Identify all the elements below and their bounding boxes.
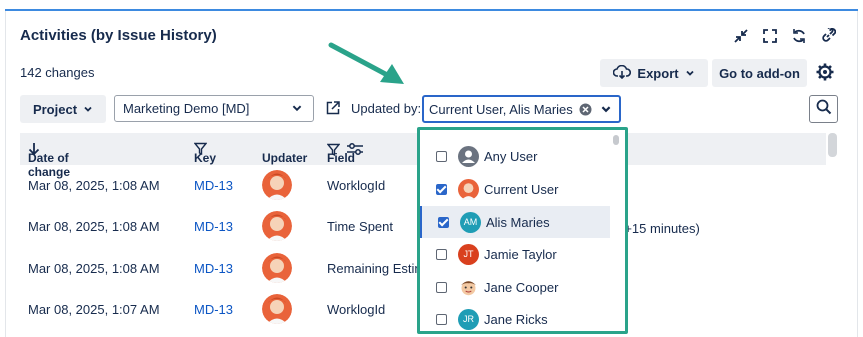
field-cell: WorklogId [327, 302, 386, 317]
chevron-down-icon [685, 66, 695, 81]
table-row: Mar 08, 2025, 1:08 AM MD-13 WorklogId [20, 167, 420, 207]
user-option-label: Jane Ricks [484, 311, 548, 327]
user-checkbox[interactable] [438, 216, 449, 228]
user-avatar: AM [460, 211, 481, 233]
user-option[interactable]: Any User [420, 140, 608, 172]
user-option[interactable]: JT Jamie Taylor [420, 238, 608, 270]
user-checkbox[interactable] [436, 183, 447, 195]
user-option-label: Jane Cooper [484, 279, 559, 295]
user-option[interactable]: JR Jane Ricks [420, 303, 608, 335]
user-avatar [458, 178, 479, 200]
time-spent-change: (+15 minutes) [620, 221, 700, 236]
cloud-download-icon [613, 64, 632, 82]
gadget-actions [731, 26, 838, 46]
column-label: Key [194, 151, 217, 165]
user-icon [458, 145, 479, 167]
issue-key-link[interactable]: MD-13 [194, 219, 233, 234]
chevron-down-icon [291, 102, 303, 117]
updater-avatar [262, 170, 292, 200]
column-field[interactable]: Field [327, 142, 364, 165]
user-option-label: Alis Maries [486, 214, 550, 230]
project-select[interactable]: Marketing Demo [MD] [114, 95, 314, 122]
user-avatar [458, 277, 479, 298]
user-checkbox[interactable] [436, 150, 447, 162]
date-cell: Mar 08, 2025, 1:07 AM [28, 302, 160, 317]
callout-arrow-icon [328, 42, 404, 84]
fullscreen-icon[interactable] [760, 26, 780, 46]
table-scrollbar[interactable] [828, 133, 837, 157]
project-select-value: Marketing Demo [MD] [123, 101, 250, 116]
go-to-addon-button[interactable]: Go to add-on [712, 59, 807, 87]
minimize-icon[interactable] [731, 26, 751, 46]
user-option-label: Any User [484, 148, 538, 164]
gadget-title: Activities (by Issue History) [20, 27, 217, 44]
date-cell: Mar 08, 2025, 1:08 AM [28, 219, 160, 234]
issue-key-link[interactable]: MD-13 [194, 261, 233, 276]
gear-icon [815, 62, 835, 85]
issue-key-link[interactable]: MD-13 [194, 178, 233, 193]
column-label: Field [327, 151, 356, 165]
column-date-of-change[interactable]: Date of change [28, 142, 70, 179]
user-checkbox[interactable] [436, 313, 447, 325]
user-option-label: Current User [484, 181, 559, 197]
project-filter-button[interactable]: Project [20, 95, 106, 123]
user-checkbox[interactable] [436, 281, 447, 293]
user-option[interactable]: Jane Cooper [420, 271, 608, 303]
field-cell: Time Spent [327, 219, 393, 234]
link-icon[interactable] [818, 26, 838, 46]
chevron-down-icon [83, 102, 93, 117]
issue-key-link[interactable]: MD-13 [194, 302, 233, 317]
column-label: Updater [262, 151, 308, 165]
chevron-down-icon [600, 103, 612, 118]
user-option[interactable]: Current User [420, 173, 608, 205]
refresh-icon[interactable] [789, 26, 809, 46]
user-avatar: JT [458, 243, 479, 265]
column-key[interactable]: Key [194, 142, 216, 165]
field-cell: Remaining Estim [327, 261, 426, 276]
table-row: Mar 08, 2025, 1:07 AM MD-13 WorklogId [20, 291, 420, 331]
export-label: Export [637, 65, 679, 81]
search-button[interactable] [809, 95, 838, 123]
clear-icon[interactable] [579, 103, 592, 119]
field-cell: WorklogId [327, 178, 386, 193]
user-checkbox[interactable] [436, 248, 447, 260]
table-row: Mar 08, 2025, 1:08 AM MD-13 Time Spent [20, 208, 420, 248]
updated-by-label: Updated by: [351, 101, 422, 116]
user-option[interactable]: AM Alis Maries [420, 206, 610, 238]
settings-button[interactable] [811, 59, 839, 87]
updater-avatar [262, 253, 292, 283]
updated-by-value: Current User, Alis Maries [429, 101, 573, 117]
search-icon [816, 99, 832, 120]
project-label: Project [32, 101, 78, 117]
export-button[interactable]: Export [600, 59, 708, 87]
user-avatar: JR [458, 308, 479, 330]
updater-avatar [262, 211, 292, 241]
dropdown-scrollbar[interactable] [613, 135, 619, 145]
updated-by-select[interactable]: Current User, Alis Maries [422, 95, 621, 123]
date-cell: Mar 08, 2025, 1:08 AM [28, 178, 160, 193]
table-row: Mar 08, 2025, 1:08 AM MD-13 Remaining Esti… [20, 250, 425, 290]
updated-by-dropdown: Any User Current User AM Alis Maries JT Jamie… [417, 127, 628, 334]
open-external-icon[interactable] [325, 100, 341, 121]
updater-avatar [262, 294, 292, 324]
user-option-label: Jamie Taylor [484, 246, 557, 262]
date-cell: Mar 08, 2025, 1:08 AM [28, 261, 160, 276]
changes-count: 142 changes [20, 65, 95, 80]
